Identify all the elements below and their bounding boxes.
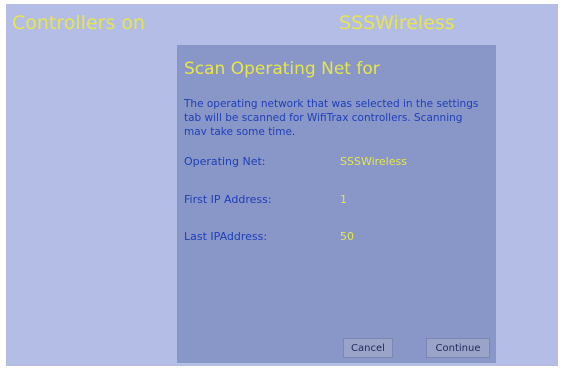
continue-button[interactable]: Continue <box>426 338 490 358</box>
operating-net-value: SSSWireless <box>340 155 407 168</box>
network-name-heading: SSSWireless <box>339 12 455 34</box>
page: Controllers on SSSWireless Scan Operatin… <box>0 0 563 371</box>
operating-net-label: Operating Net: <box>184 155 266 168</box>
dialog-description: The operating network that was selected … <box>184 98 479 135</box>
last-ip-value[interactable]: 50 <box>340 230 354 243</box>
cancel-button[interactable]: Cancel <box>343 338 393 358</box>
main-panel: Controllers on SSSWireless Scan Operatin… <box>6 4 558 366</box>
first-ip-label: First IP Address: <box>184 193 272 206</box>
controllers-heading: Controllers on <box>12 12 146 34</box>
scan-dialog: Scan Operating Net for The operating net… <box>177 45 496 363</box>
dialog-title: Scan Operating Net for <box>184 59 380 79</box>
first-ip-value[interactable]: 1 <box>340 193 347 206</box>
last-ip-label: Last IPAddress: <box>184 230 268 243</box>
